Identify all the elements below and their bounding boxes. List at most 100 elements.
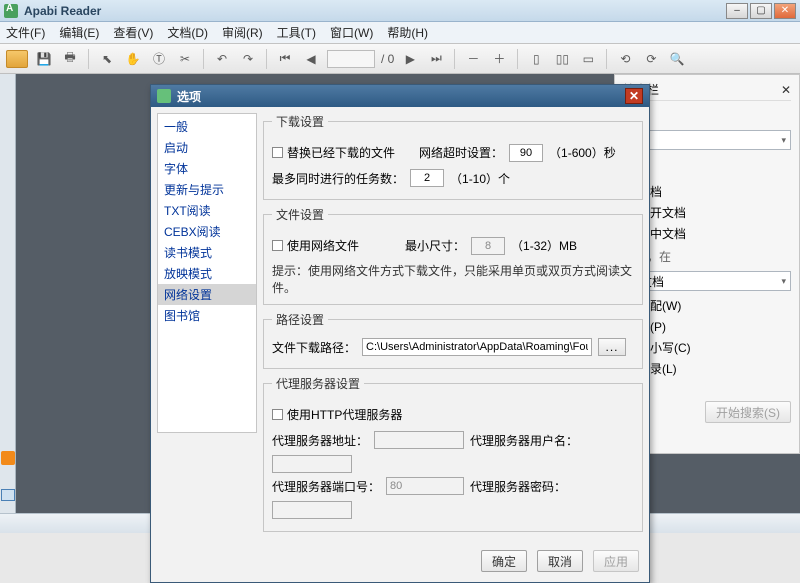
text-select-icon[interactable]: Ⓣ — [149, 49, 169, 69]
rotate-right-icon[interactable]: ⟳ — [641, 49, 661, 69]
cat-font[interactable]: 字体 — [158, 158, 256, 179]
rss-icon[interactable] — [1, 451, 15, 465]
prev-page-icon[interactable]: ◀ — [301, 49, 321, 69]
path-label: 文件下载路径： — [272, 339, 356, 356]
maximize-button[interactable]: ▢ — [750, 3, 772, 19]
cat-network[interactable]: 网络设置 — [158, 284, 256, 305]
first-page-icon[interactable]: ⏮ — [275, 49, 295, 69]
minimize-button[interactable]: – — [726, 3, 748, 19]
concurrent-input[interactable] — [410, 169, 444, 187]
search-icon[interactable]: 🔍 — [667, 49, 687, 69]
page-number-input[interactable] — [327, 50, 375, 68]
book-mode-icon[interactable]: ▭ — [578, 49, 598, 69]
menu-file[interactable]: 文件(F) — [6, 24, 45, 41]
window-title: Apabi Reader — [24, 4, 101, 18]
cat-general[interactable]: 一般 — [158, 116, 256, 137]
separator — [517, 49, 518, 69]
cat-library[interactable]: 图书馆 — [158, 305, 256, 326]
dialog-titlebar: 选项 ✕ — [151, 85, 649, 107]
cancel-button[interactable]: 取消 — [537, 550, 583, 572]
download-legend: 下载设置 — [272, 113, 328, 130]
file-legend: 文件设置 — [272, 206, 328, 223]
download-group: 下载设置 替换已经下载的文件 网络超时设置： （1-600）秒 最多同时进行的任… — [263, 113, 643, 200]
next-page-icon[interactable]: ▶ — [400, 49, 420, 69]
separator — [454, 49, 455, 69]
window-icon[interactable] — [1, 489, 15, 501]
download-path-input[interactable] — [362, 338, 592, 356]
close-button[interactable]: ✕ — [774, 3, 796, 19]
last-page-icon[interactable]: ⏭ — [426, 49, 446, 69]
options-dialog: 选项 ✕ 一般 启动 字体 更新与提示 TXT阅读 CEBX阅读 读书模式 放映… — [150, 84, 650, 583]
hand-icon[interactable]: ✋ — [123, 49, 143, 69]
redo-icon[interactable]: ↷ — [238, 49, 258, 69]
menu-review[interactable]: 审阅(R) — [222, 24, 263, 41]
two-page-icon[interactable]: ▯▯ — [552, 49, 572, 69]
category-list: 一般 启动 字体 更新与提示 TXT阅读 CEBX阅读 读书模式 放映模式 网络… — [157, 113, 257, 433]
cat-cebx[interactable]: CEBX阅读 — [158, 221, 256, 242]
menu-edit[interactable]: 编辑(E) — [59, 24, 99, 41]
snapshot-icon[interactable]: ✂ — [175, 49, 195, 69]
single-page-icon[interactable]: ▯ — [526, 49, 546, 69]
ok-button[interactable]: 确定 — [481, 550, 527, 572]
minsize-range: （1-32）MB — [511, 237, 577, 254]
page-total-label: / 0 — [381, 52, 394, 66]
save-icon[interactable]: 💾 — [34, 49, 54, 69]
path-legend: 路径设置 — [272, 311, 328, 328]
proxy-addr-input — [374, 431, 464, 449]
timeout-label: 网络超时设置： — [419, 144, 503, 161]
cat-startup[interactable]: 启动 — [158, 137, 256, 158]
form-area: 下载设置 替换已经下载的文件 网络超时设置： （1-600）秒 最多同时进行的任… — [263, 113, 643, 538]
cat-txt[interactable]: TXT阅读 — [158, 200, 256, 221]
zoom-in-icon[interactable]: ＋ — [489, 49, 509, 69]
cat-update[interactable]: 更新与提示 — [158, 179, 256, 200]
proxy-port-input — [386, 477, 464, 495]
browse-button[interactable]: ... — [598, 338, 626, 356]
minsize-input — [471, 237, 505, 255]
use-network-file-checkbox[interactable]: 使用网络文件 — [272, 237, 359, 254]
minsize-label: 最小尺寸： — [405, 237, 465, 254]
apply-button[interactable]: 应用 — [593, 550, 639, 572]
titlebar: Apabi Reader – ▢ ✕ — [0, 0, 800, 22]
rotate-left-icon[interactable]: ⟲ — [615, 49, 635, 69]
dialog-title: 选项 — [177, 88, 201, 105]
menu-view[interactable]: 查看(V) — [113, 24, 153, 41]
concurrent-range: （1-10）个 — [450, 170, 510, 187]
cat-presentation[interactable]: 放映模式 — [158, 263, 256, 284]
proxy-group: 代理服务器设置 使用HTTP代理服务器 代理服务器地址： 代理服务器用户名： 代… — [263, 375, 643, 532]
proxy-user-label: 代理服务器用户名： — [470, 432, 578, 449]
print-icon[interactable]: 🖶 — [60, 49, 80, 69]
pointer-icon[interactable]: ⬉ — [97, 49, 117, 69]
separator — [88, 49, 89, 69]
start-search-button[interactable]: 开始搜索(S) — [705, 401, 791, 423]
left-gutter — [0, 74, 16, 513]
proxy-pass-input — [272, 501, 352, 519]
timeout-input[interactable] — [509, 144, 543, 162]
menubar: 文件(F) 编辑(E) 查看(V) 文档(D) 审阅(R) 工具(T) 窗口(W… — [0, 22, 800, 44]
undo-icon[interactable]: ↶ — [212, 49, 232, 69]
app-icon — [4, 4, 18, 18]
file-hint: 提示：使用网络文件方式下载文件，只能采用单页或双页方式阅读文件。 — [272, 262, 634, 296]
toolbar: 💾 🖶 ⬉ ✋ Ⓣ ✂ ↶ ↷ ⏮ ◀ / 0 ▶ ⏭ － ＋ ▯ ▯▯ ▭ ⟲… — [0, 44, 800, 74]
dialog-icon — [157, 89, 171, 103]
menu-window[interactable]: 窗口(W) — [330, 24, 373, 41]
proxy-legend: 代理服务器设置 — [272, 375, 364, 392]
separator — [203, 49, 204, 69]
search-panel-close-icon[interactable]: ✕ — [781, 83, 791, 97]
proxy-pass-label: 代理服务器密码： — [470, 478, 566, 495]
replace-downloaded-checkbox[interactable]: 替换已经下载的文件 — [272, 144, 395, 161]
use-http-proxy-checkbox[interactable]: 使用HTTP代理服务器 — [272, 406, 402, 423]
dialog-close-button[interactable]: ✕ — [625, 88, 643, 104]
proxy-port-label: 代理服务器端口号： — [272, 478, 380, 495]
timeout-range: （1-600）秒 — [549, 144, 616, 161]
open-file-icon[interactable] — [6, 50, 28, 68]
menu-tools[interactable]: 工具(T) — [277, 24, 316, 41]
proxy-user-input — [272, 455, 352, 473]
file-group: 文件设置 使用网络文件 最小尺寸： （1-32）MB 提示：使用网络文件方式下载… — [263, 206, 643, 305]
menu-help[interactable]: 帮助(H) — [387, 24, 428, 41]
cat-reading[interactable]: 读书模式 — [158, 242, 256, 263]
concurrent-label: 最多同时进行的任务数： — [272, 170, 404, 187]
path-group: 路径设置 文件下载路径： ... — [263, 311, 643, 369]
proxy-addr-label: 代理服务器地址： — [272, 432, 368, 449]
zoom-out-icon[interactable]: － — [463, 49, 483, 69]
menu-document[interactable]: 文档(D) — [167, 24, 208, 41]
